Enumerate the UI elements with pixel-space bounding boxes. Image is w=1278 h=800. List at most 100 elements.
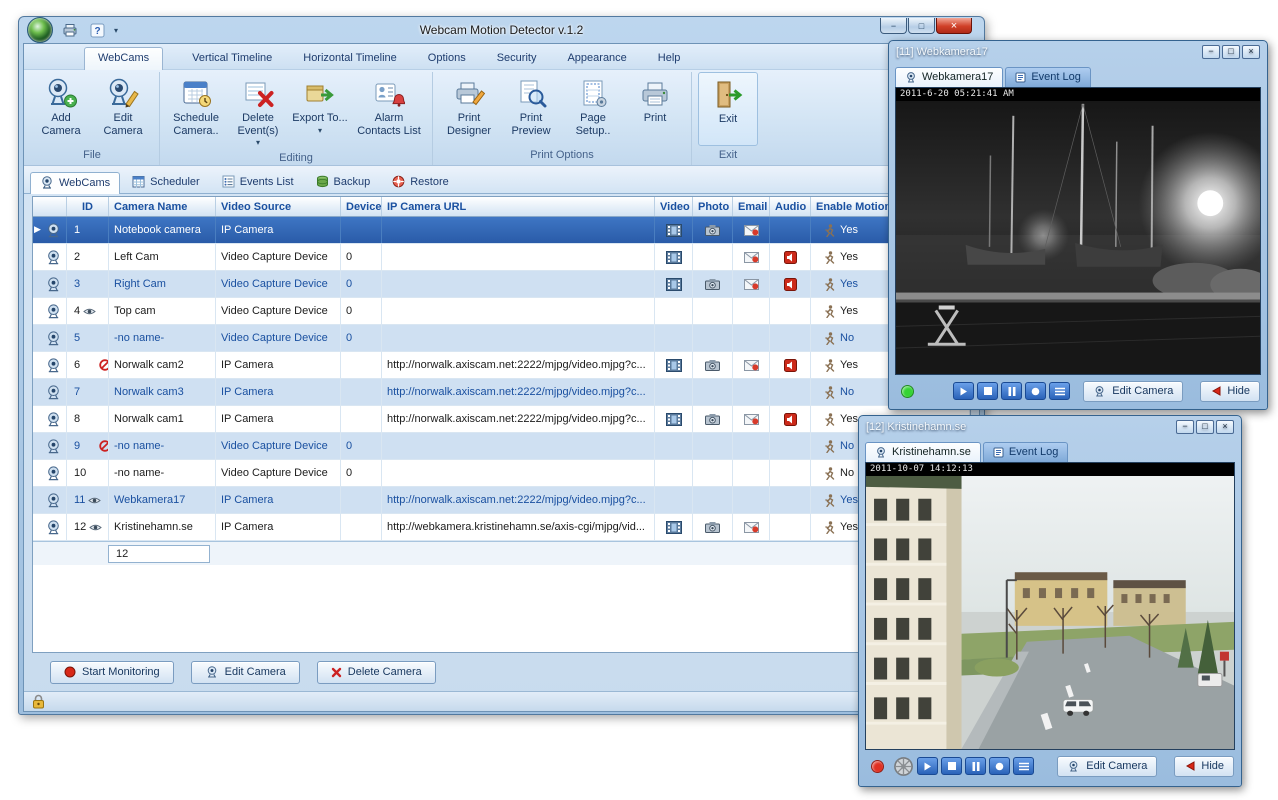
- hide-button[interactable]: Hide: [1200, 381, 1260, 402]
- exit-button[interactable]: Exit: [698, 72, 758, 146]
- add-camera-button[interactable]: Add Camera: [31, 72, 91, 146]
- title-bar[interactable]: ? ▾ Webcam Motion Detector v.1.2 − □ ×: [23, 17, 980, 43]
- table-row[interactable]: ▶ 6 Norwalk cam2 IP Camera http: [33, 352, 970, 379]
- tab-events-list[interactable]: Events List: [212, 171, 304, 193]
- camera-id: 2: [74, 251, 80, 263]
- delete-events-button[interactable]: Delete Event(s) ▾: [228, 72, 288, 149]
- preview-eye-icon: [89, 523, 102, 532]
- menu-tab[interactable]: Help: [656, 48, 683, 69]
- audio-cell: [770, 460, 811, 486]
- table-row[interactable]: ▶ 4 Top cam Video Capture Device 0: [33, 298, 970, 325]
- print-preview-button[interactable]: Print Preview: [501, 72, 561, 146]
- start-monitoring-button[interactable]: Start Monitoring: [50, 661, 174, 684]
- schedule-camera-button[interactable]: Schedule Camera..: [166, 72, 226, 149]
- table-row[interactable]: ▶ 2 Left Cam Video Capture Device 0: [33, 244, 970, 271]
- event-list-button[interactable]: [1013, 757, 1034, 775]
- maximize-button[interactable]: □: [1196, 420, 1214, 434]
- camera-name: Norwalk cam2: [114, 359, 184, 371]
- camera-id: 3: [74, 278, 80, 290]
- record-button[interactable]: [1025, 382, 1046, 400]
- device-cell: 0: [341, 325, 382, 351]
- camera-name-cell: Norwalk cam3: [109, 379, 216, 405]
- disabled-icon: [99, 440, 109, 452]
- table-row[interactable]: ▶ 9 -no name- Video Capture Device 0: [33, 433, 970, 460]
- table-row[interactable]: ▶ 8 Norwalk cam1 IP Camera http: [33, 406, 970, 433]
- camera-window-title-bar[interactable]: [12] Kristinehamn.se − □ ×: [863, 416, 1237, 438]
- ribbon-group-file: Add Camera Edit Camera File: [28, 72, 156, 165]
- tab-camera-view[interactable]: Kristinehamn.se: [865, 442, 981, 462]
- table-row[interactable]: ▶ 5 -no name- Video Capture Device 0: [33, 325, 970, 352]
- column-header-device[interactable]: Device: [341, 197, 382, 216]
- photo-enabled-icon: [705, 278, 720, 290]
- maximize-button[interactable]: □: [908, 18, 935, 34]
- event-list-button[interactable]: [1049, 382, 1070, 400]
- edit-camera-button[interactable]: Edit Camera: [1083, 381, 1183, 402]
- photo-cell: [693, 514, 733, 540]
- device-cell: [341, 379, 382, 405]
- tab-webcams[interactable]: WebCams: [30, 172, 120, 194]
- delete-events-icon: [242, 77, 274, 109]
- column-header-audio[interactable]: Audio: [770, 197, 811, 216]
- tab-camera-view[interactable]: Webkamera17: [895, 67, 1003, 87]
- tab-label: Restore: [410, 176, 449, 188]
- column-header-id[interactable]: ID: [67, 197, 109, 216]
- minimize-button[interactable]: −: [880, 18, 907, 34]
- minimize-button[interactable]: −: [1202, 45, 1220, 59]
- column-header-url[interactable]: IP Camera URL: [382, 197, 655, 216]
- edit-camera-button[interactable]: Edit Camera: [1057, 756, 1157, 777]
- print-button[interactable]: Print: [625, 72, 685, 146]
- edit-camera-footer-button[interactable]: Edit Camera: [191, 661, 300, 684]
- delete-camera-button[interactable]: Delete Camera: [317, 661, 436, 684]
- play-button[interactable]: [917, 757, 938, 775]
- email-enabled-icon: [744, 279, 759, 290]
- close-button[interactable]: ×: [936, 18, 972, 34]
- print-designer-button[interactable]: Print Designer: [439, 72, 499, 146]
- stop-button[interactable]: [977, 382, 998, 400]
- record-button[interactable]: [989, 757, 1010, 775]
- night-harbor-scene: [896, 88, 1260, 374]
- column-header-name[interactable]: Camera Name: [109, 197, 216, 216]
- hide-button[interactable]: Hide: [1174, 756, 1234, 777]
- menu-tab[interactable]: Vertical Timeline: [190, 48, 274, 69]
- camera-type-icon: [45, 439, 62, 454]
- page-setup-button[interactable]: Page Setup..: [563, 72, 623, 146]
- table-row[interactable]: ▶ 11 Webkamera17 IP Camera http: [33, 487, 970, 514]
- edit-camera-button[interactable]: Edit Camera: [93, 72, 153, 146]
- tab-event-log[interactable]: Event Log: [983, 442, 1069, 462]
- table-row[interactable]: ▶ 10 -no name- Video Capture Device 0: [33, 460, 970, 487]
- close-button[interactable]: ×: [1216, 420, 1234, 434]
- camera-name: -no name-: [114, 440, 164, 452]
- table-row[interactable]: ▶ 3 Right Cam Video Capture Device 0: [33, 271, 970, 298]
- menu-tab[interactable]: Horizontal Timeline: [301, 48, 399, 69]
- camera-window-title-bar[interactable]: [11] Webkamera17 − □ ×: [893, 41, 1263, 63]
- dropdown-arrow-icon: ▾: [256, 138, 260, 147]
- export-to-button[interactable]: Export To... ▾: [290, 72, 350, 149]
- menu-tab[interactable]: Security: [495, 48, 539, 69]
- pause-button[interactable]: [1001, 382, 1022, 400]
- column-header-photo[interactable]: Photo: [693, 197, 733, 216]
- tab-restore[interactable]: Restore: [382, 171, 459, 193]
- menu-tab[interactable]: WebCams: [84, 47, 163, 70]
- tab-event-log[interactable]: Event Log: [1005, 67, 1091, 87]
- dial-wheel-button[interactable]: [892, 755, 914, 777]
- table-row[interactable]: ▶ 12 Kristinehamn.se IP Camera: [33, 514, 970, 541]
- pause-button[interactable]: [965, 757, 986, 775]
- stop-button[interactable]: [941, 757, 962, 775]
- menu-tab[interactable]: Appearance: [565, 48, 628, 69]
- alarm-contacts-button[interactable]: Alarm Contacts List: [352, 72, 426, 149]
- minimize-button[interactable]: −: [1176, 420, 1194, 434]
- maximize-button[interactable]: □: [1222, 45, 1240, 59]
- camera-id: 10: [74, 467, 86, 479]
- column-header-email[interactable]: Email: [733, 197, 770, 216]
- table-row[interactable]: ▶ 7 Norwalk cam3 IP Camera http: [33, 379, 970, 406]
- column-header-selector[interactable]: [33, 197, 67, 216]
- tab-backup[interactable]: Backup: [306, 171, 381, 193]
- play-button[interactable]: [953, 382, 974, 400]
- button-label: Hide: [1201, 760, 1224, 772]
- close-button[interactable]: ×: [1242, 45, 1260, 59]
- column-header-video[interactable]: Video: [655, 197, 693, 216]
- tab-scheduler[interactable]: Scheduler: [122, 171, 210, 193]
- menu-tab[interactable]: Options: [426, 48, 468, 69]
- table-row[interactable]: ▶ 1 Notebook camera IP Camera: [33, 217, 970, 244]
- column-header-source[interactable]: Video Source: [216, 197, 341, 216]
